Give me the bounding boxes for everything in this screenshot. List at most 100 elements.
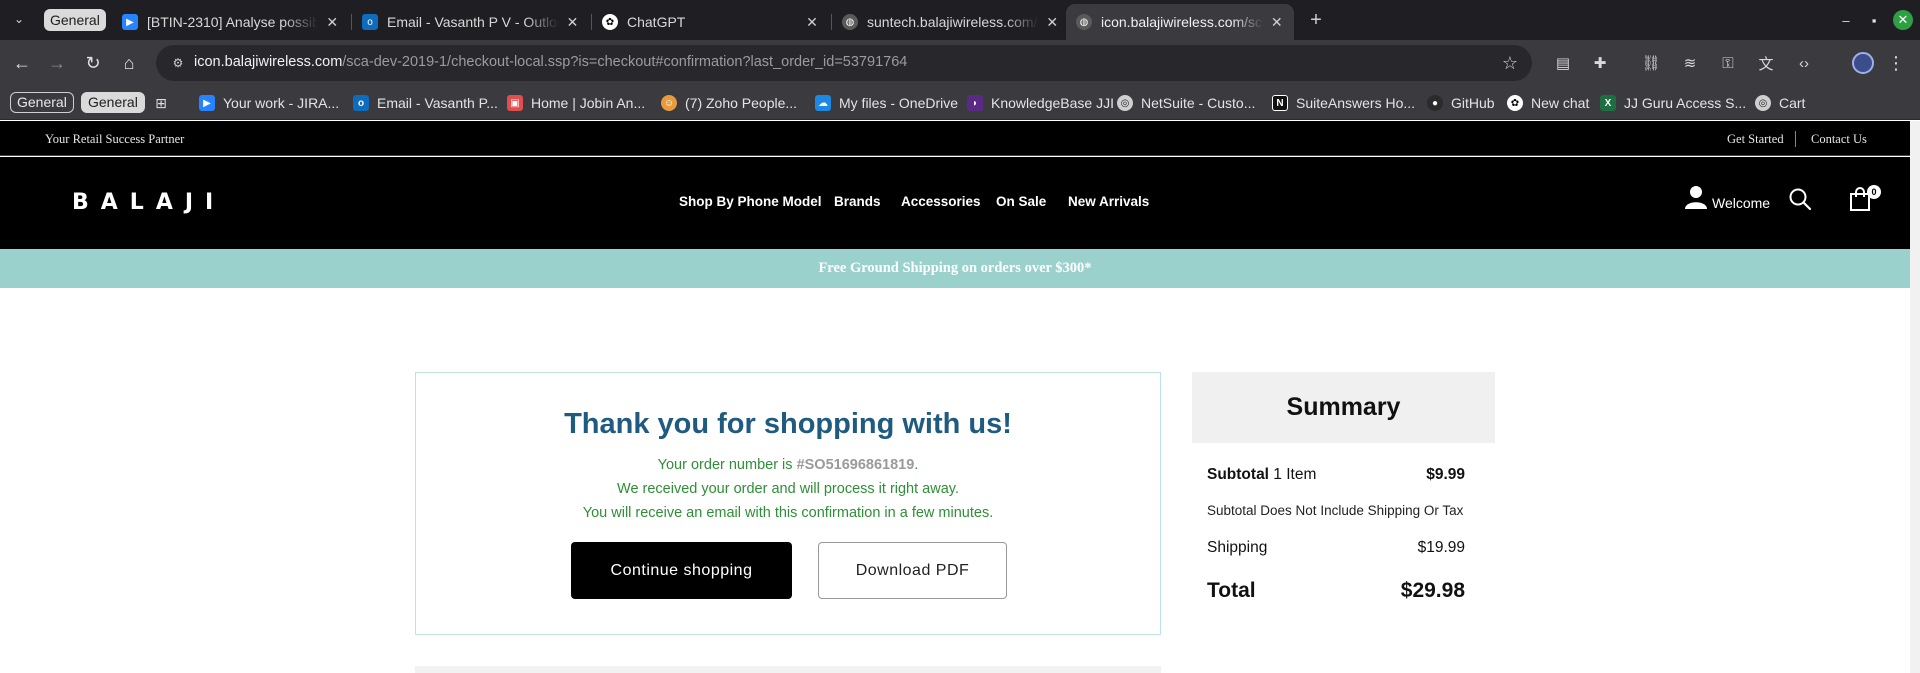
profile-avatar[interactable] [1852, 52, 1874, 74]
promo-text: Free Ground Shipping on orders over $300… [818, 260, 1092, 276]
home-app-icon: ▣ [507, 95, 523, 111]
code-icon[interactable]: ‹› [1794, 53, 1814, 73]
total-value: $29.98 [1400, 579, 1465, 602]
bookmark-star-icon[interactable]: ☆ [1502, 53, 1518, 74]
search-icon[interactable] [1788, 187, 1812, 211]
web-page: Your Retail Success Partner Get Started … [0, 121, 1910, 673]
onedrive-icon: ☁ [815, 95, 831, 111]
layers-icon[interactable]: ≋ [1680, 53, 1700, 73]
bookmark-item[interactable]: ◗ KnowledgeBase JJI [967, 93, 1114, 113]
browser-toolbar: ← → ↻ ⌂ ⚙ icon.balajiwireless.com/sca-de… [0, 40, 1920, 86]
bookmark-item[interactable]: ☁ My files - OneDrive [815, 93, 958, 113]
browser-tab-bar: ⌄ General ▶ [BTIN-2310] Analyse possibl … [0, 0, 1920, 40]
order-number: #SO51696861819 [796, 457, 915, 473]
globe-icon: ◍ [1076, 14, 1092, 30]
contact-us-link[interactable]: Contact Us [1811, 132, 1867, 147]
subtotal-label: Subtotal [1207, 466, 1269, 483]
more-menu-icon[interactable]: ⋮ [1886, 52, 1906, 74]
site-header: BALAJI Shop By Phone Model Brands Access… [0, 157, 1910, 249]
continue-shopping-button[interactable]: Continue shopping [571, 542, 792, 599]
shipping-label: Shipping [1207, 539, 1268, 556]
zoho-icon: ☺ [661, 95, 677, 111]
download-pdf-button[interactable]: Download PDF [818, 542, 1007, 599]
page-scrollbar[interactable] [1910, 121, 1920, 673]
subtotal-row: Subtotal 1 Item $9.99 [1207, 466, 1465, 484]
browser-tab-icon-active[interactable]: ◍ icon.balajiwireless.com/sca-c ✕ [1066, 4, 1294, 40]
close-icon[interactable]: ✕ [1045, 14, 1060, 30]
order-summary: Summary Subtotal 1 Item $9.99 Subtotal D… [1192, 372, 1495, 612]
bookmark-folder-chip[interactable]: General [81, 92, 145, 113]
chatgpt-icon: ✿ [1507, 95, 1523, 111]
netsuite-icon: ◎ [1117, 95, 1133, 111]
close-icon[interactable]: ✕ [804, 14, 820, 30]
browser-tab-jira[interactable]: ▶ [BTIN-2310] Analyse possibl ✕ [112, 4, 350, 40]
link-icon[interactable]: ⛓ [1641, 53, 1661, 73]
order-received-text: We received your order and will process … [617, 481, 959, 497]
window-close-icon[interactable]: ✕ [1893, 10, 1913, 30]
jira-icon: ▶ [122, 14, 138, 30]
bookmark-item[interactable]: ✿ New chat [1507, 93, 1589, 113]
summary-title: Summary [1192, 372, 1495, 443]
nav-brands[interactable]: Brands [834, 194, 881, 209]
cart-count-badge: 0 [1867, 185, 1881, 199]
next-section-edge [415, 666, 1161, 673]
get-started-link[interactable]: Get Started [1727, 132, 1784, 147]
bookmark-item[interactable]: ● GitHub [1427, 93, 1495, 113]
home-icon[interactable]: ⌂ [117, 51, 141, 75]
url-text[interactable]: icon.balajiwireless.com/sca-dev-2019-1/c… [194, 54, 907, 70]
promo-banner: Free Ground Shipping on orders over $300… [0, 249, 1910, 288]
confirmation-title: Thank you for shopping with us! [564, 408, 1012, 440]
excel-icon: X [1600, 95, 1616, 111]
key-icon[interactable]: ⚿ [1718, 53, 1738, 73]
bookmark-item[interactable]: ◎ NetSuite - Custo... [1117, 93, 1255, 113]
minimize-icon[interactable]: – [1836, 10, 1856, 30]
back-arrow-icon[interactable]: ← [10, 51, 34, 75]
site-info-icon[interactable]: ⚙ [170, 55, 186, 71]
shipping-value: $19.99 [1417, 539, 1465, 556]
bookmark-item[interactable]: X JJ Guru Access S... [1600, 93, 1746, 113]
knowledgebase-icon: ◗ [967, 95, 983, 111]
extensions-puzzle-icon[interactable]: ✚ [1590, 53, 1610, 73]
bookmark-folder-chip[interactable]: General [10, 92, 74, 113]
close-icon[interactable]: ✕ [324, 14, 340, 30]
github-icon: ● [1427, 95, 1443, 111]
bookmark-item[interactable]: ☺ (7) Zoho People... [661, 93, 797, 113]
nav-accessories[interactable]: Accessories [901, 194, 981, 209]
bookmark-item[interactable]: N SuiteAnswers Ho... [1272, 93, 1415, 113]
nav-shop-by-phone-model[interactable]: Shop By Phone Model [679, 194, 822, 209]
site-topbar: Your Retail Success Partner Get Started … [0, 121, 1910, 156]
browser-tab-chatgpt[interactable]: ✿ ChatGPT ✕ [592, 4, 830, 40]
forward-arrow-icon[interactable]: → [45, 51, 69, 75]
bookmarks-bar: General General ⊞ ▶ Your work - JIRA... o… [0, 86, 1920, 120]
close-icon[interactable]: ✕ [565, 14, 580, 30]
notion-icon: N [1272, 95, 1288, 111]
nav-new-arrivals[interactable]: New Arrivals [1068, 194, 1149, 209]
bookmark-item[interactable]: ▣ Home | Jobin An... [507, 93, 645, 113]
reload-icon[interactable]: ↻ [81, 51, 105, 75]
total-row: Total $29.98 [1207, 579, 1465, 603]
tab-group-chip[interactable]: General [44, 9, 106, 31]
confirmation-card: Thank you for shopping with us! Your ord… [415, 372, 1161, 635]
bookmark-item[interactable]: o Email - Vasanth P... [353, 93, 498, 113]
site-logo[interactable]: BALAJI [72, 190, 225, 215]
google-translate-icon[interactable]: 文 [1756, 53, 1776, 73]
jira-icon: ▶ [199, 95, 215, 111]
welcome-link[interactable]: Welcome [1712, 195, 1770, 211]
apps-grid-icon[interactable]: ⊞ [152, 94, 170, 112]
maximize-icon[interactable]: ▪ [1864, 10, 1884, 30]
tab-search-chevron-icon[interactable]: ⌄ [8, 8, 30, 30]
subtotal-item-count: 1 Item [1269, 466, 1317, 483]
bookmark-item[interactable]: ◎ Cart [1755, 93, 1805, 113]
user-icon[interactable] [1685, 185, 1707, 209]
close-icon[interactable]: ✕ [1270, 14, 1284, 30]
bookmark-item[interactable]: ▶ Your work - JIRA... [199, 93, 339, 113]
total-label: Total [1207, 579, 1256, 602]
translate-extension-icon[interactable]: ▤ [1553, 53, 1573, 73]
address-bar[interactable]: ⚙ icon.balajiwireless.com/sca-dev-2019-1… [156, 45, 1532, 81]
new-tab-plus-icon[interactable]: + [1304, 8, 1328, 32]
browser-tab-outlook[interactable]: o Email - Vasanth P V - Outlook ✕ [352, 4, 590, 40]
browser-tab-suntech[interactable]: ◍ suntech.balajiwireless.com/c ✕ [832, 4, 1070, 40]
email-confirmation-text: You will receive an email with this conf… [582, 505, 994, 521]
subtotal-value: $9.99 [1426, 466, 1465, 483]
nav-on-sale[interactable]: On Sale [996, 194, 1046, 209]
